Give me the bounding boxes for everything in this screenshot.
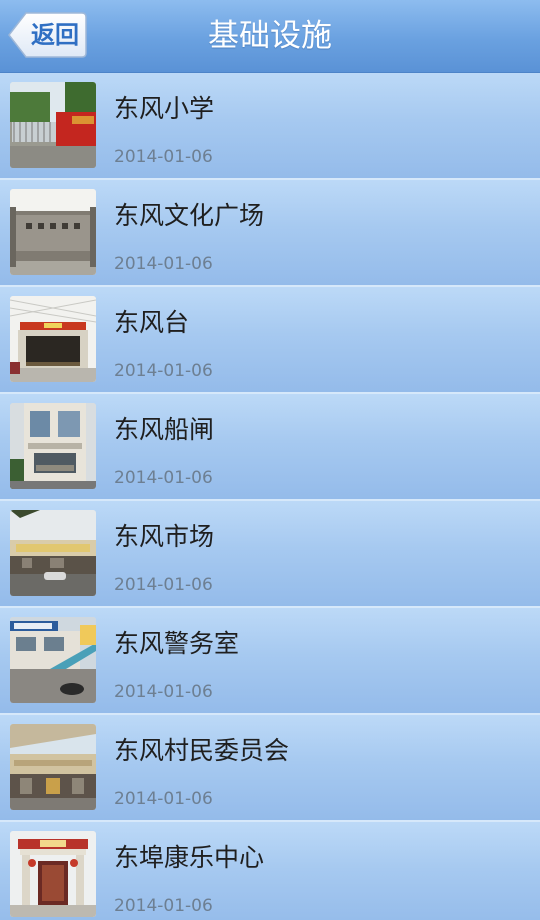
item-title: 东风警务室 [114,629,240,658]
item-title: 东风村民委员会 [114,736,290,765]
police-office-thumbnail [10,617,96,703]
title-bar: 返回 基础设施 [0,0,540,72]
facility-list: 东风小学 2014-01-06 东风文化广场 2014-01-06 东风台 20… [0,73,540,920]
item-title: 东风台 [114,308,190,337]
list-item[interactable]: 东风船闸 2014-01-06 [0,394,540,501]
school-gate-thumbnail [10,82,96,168]
village-committee-thumbnail [10,724,96,810]
item-title: 东风市场 [114,522,215,551]
market-thumbnail [10,510,96,596]
list-item[interactable]: 东风警务室 2014-01-06 [0,608,540,715]
item-date: 2014-01-06 [114,254,213,274]
item-date: 2014-01-06 [114,575,213,595]
plaza-wall-thumbnail [10,189,96,275]
item-date: 2014-01-06 [114,147,213,167]
app-screen: 返回 基础设施 东风小学 2014-01-06 东风文化广场 2014-01-0… [0,0,540,920]
ship-lock-building-thumbnail [10,403,96,489]
list-item[interactable]: 东风文化广场 2014-01-06 [0,180,540,287]
list-item[interactable]: 东风小学 2014-01-06 [0,73,540,180]
item-date: 2014-01-06 [114,468,213,488]
item-date: 2014-01-06 [114,789,213,809]
list-item[interactable]: 东风台 2014-01-06 [0,287,540,394]
item-title: 东风船闸 [114,415,215,444]
item-title: 东埠康乐中心 [114,843,265,872]
item-date: 2014-01-06 [114,682,213,702]
list-item[interactable]: 东埠康乐中心 2014-01-06 [0,822,540,920]
recreation-center-thumbnail [10,831,96,917]
item-date: 2014-01-06 [114,896,213,916]
list-item[interactable]: 东风村民委员会 2014-01-06 [0,715,540,822]
stage-thumbnail [10,296,96,382]
item-title: 东风文化广场 [114,201,265,230]
page-title: 基础设施 [208,18,332,54]
item-date: 2014-01-06 [114,361,213,381]
list-item[interactable]: 东风市场 2014-01-06 [0,501,540,608]
item-title: 东风小学 [114,94,215,123]
